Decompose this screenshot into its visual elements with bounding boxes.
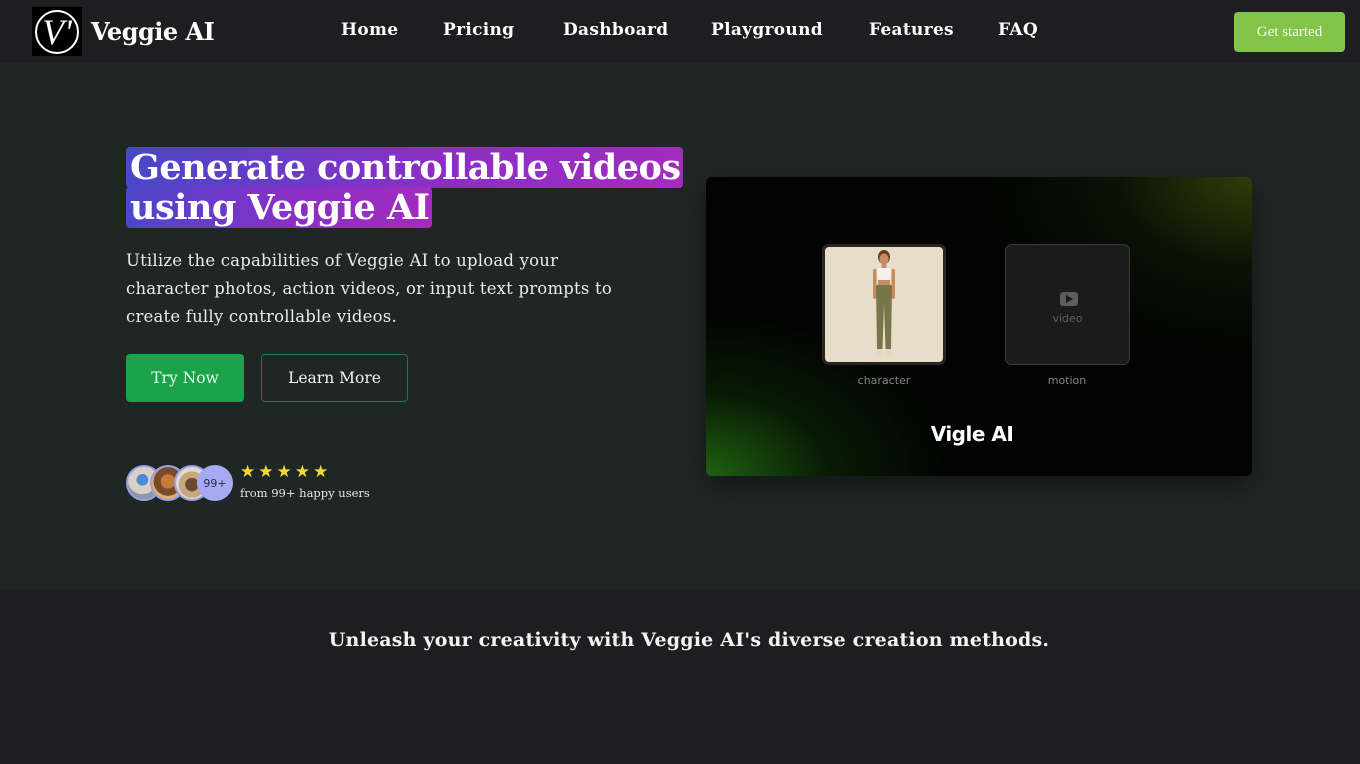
hero-headline: Generate controllable videos using Veggi… [126,147,683,228]
motion-tile[interactable]: video [1005,244,1130,365]
star-icon: ★ [276,462,292,482]
social-proof-caption: from 99+ happy users [240,486,370,500]
hero-description: Utilize the capabilities of Veggie AI to… [126,251,612,326]
star-icon: ★ [240,462,256,482]
character-caption: character [857,374,911,387]
character-tile [822,244,946,365]
learn-more-button[interactable]: Learn More [261,354,408,402]
nav-dashboard[interactable]: Dashboard [563,20,668,40]
site-header: V' Veggie AI Home Pricing Dashboard Play… [0,0,1360,63]
character-figure-image [873,250,895,355]
avatar-count-badge: 99+ [197,465,233,501]
video-placeholder-label: video [1052,312,1083,325]
rating-stars: ★ ★ ★ ★ ★ [240,462,328,482]
video-play-icon [1060,292,1078,306]
star-icon: ★ [313,462,329,482]
headline-line-2: using Veggie AI [126,187,432,228]
nav-playground[interactable]: Playground [711,20,823,40]
nav-faq[interactable]: FAQ [998,20,1038,40]
features-heading: Unleash your creativity with Veggie AI's… [328,629,1050,651]
demo-card-title: Vigle AI [930,422,1014,446]
main-nav: Home Pricing Dashboard Playground Featur… [0,20,1360,44]
hero-section: Generate controllable videos using Veggi… [0,63,1360,589]
demo-video-card[interactable]: video character motion Vigle AI [706,177,1252,476]
star-icon: ★ [294,462,310,482]
get-started-button[interactable]: Get started [1234,12,1345,52]
nav-pricing[interactable]: Pricing [443,20,514,40]
nav-home[interactable]: Home [341,20,398,40]
headline-line-1: Generate controllable videos [126,147,683,188]
star-icon: ★ [258,462,274,482]
nav-features[interactable]: Features [869,20,954,40]
try-now-button[interactable]: Try Now [126,354,244,402]
motion-caption: motion [1047,374,1087,387]
